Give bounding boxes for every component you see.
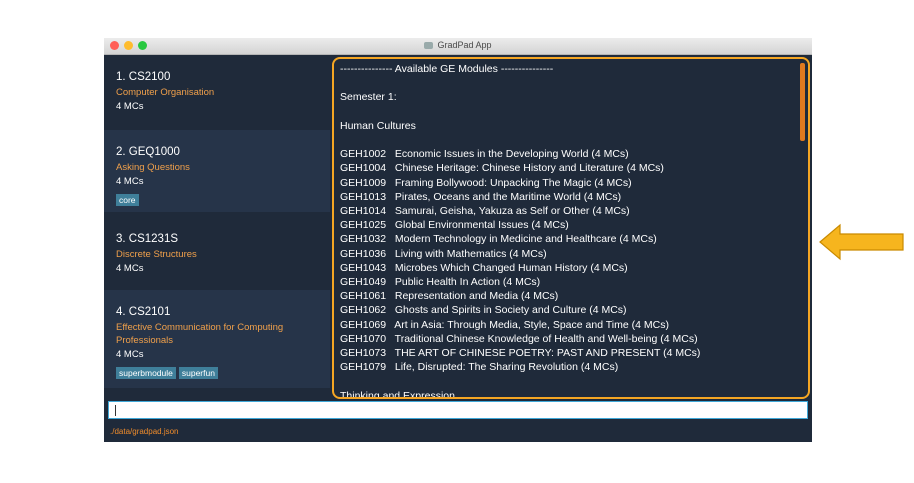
app-window: GradPad App 1. CS2100 Computer Organisat… [104,38,812,442]
result-line: Thinking and Expression [340,389,455,399]
module-credits: 4 MCs [116,101,144,112]
result-line [340,374,794,388]
result-line: GEH1032 Modern Technology in Medicine an… [340,233,657,246]
result-text: --------------- Available GE Modules ---… [340,62,794,399]
module-code: 3. CS1231S [116,233,179,245]
result-scrollbar[interactable] [800,63,805,141]
window-title-text: GradPad App [437,40,492,50]
module-list[interactable]: 1. CS2100 Computer Organisation 4 MCs 2.… [104,55,330,399]
result-line: GEH1025 Global Environmental Issues (4 M… [340,219,569,232]
text-caret [115,405,116,416]
module-card[interactable]: 3. CS1231S Discrete Structures 4 MCs [104,213,330,289]
module-code: 2. GEQ1000 [116,146,180,158]
module-card[interactable]: 2. GEQ1000 Asking Questions 4 MCs core [104,130,330,212]
module-name: Asking Questions [116,162,190,173]
module-code: 1. CS2100 [116,71,171,83]
result-line: GEH1002 Economic Issues in the Developin… [340,148,629,161]
result-line: GEH1036 Living with Mathematics (4 MCs) [340,247,547,260]
title-bar: GradPad App [104,38,812,55]
result-line: Semester 1: [340,91,397,104]
module-tag: superfun [178,367,218,379]
result-line [340,76,794,90]
result-line [340,105,794,119]
module-credits: 4 MCs [116,263,144,274]
result-line: GEH1009 Framing Bollywood: Unpacking The… [340,176,632,189]
module-credits: 4 MCs [116,349,144,360]
result-line: Human Cultures [340,119,416,132]
result-line: GEH1004 Chinese Heritage: Chinese Histor… [340,162,664,175]
result-line: GEH1079 Life, Disrupted: The Sharing Rev… [340,361,619,374]
result-line: GEH1043 Microbes Which Changed Human His… [340,261,628,274]
module-name: Computer Organisation [116,87,215,98]
command-input[interactable] [108,401,808,419]
left-arrow-icon [819,223,904,261]
status-bar-path: ./data/gradpad.json [110,427,179,436]
module-code: 4. CS2101 [116,306,171,318]
result-line: --------------- Available GE Modules ---… [340,63,554,75]
result-line [340,133,794,147]
result-line: GEH1062 Ghosts and Spirits in Society an… [340,304,627,317]
result-line: GEH1073 THE ART OF CHINESE POETRY: PAST … [340,347,701,360]
result-line: GEH1014 Samurai, Geisha, Yakuza as Self … [340,205,630,218]
result-line: GEH1061 Representation and Media (4 MCs) [340,290,559,303]
module-tag: core [116,194,139,206]
module-credits: 4 MCs [116,176,144,187]
module-name: Effective Communication for Computing Pr… [116,322,284,346]
result-display[interactable]: --------------- Available GE Modules ---… [332,57,810,399]
app-icon [424,42,434,49]
result-line: GEH1049 Public Health In Action (4 MCs) [340,276,541,289]
module-card[interactable]: 1. CS2100 Computer Organisation 4 MCs [104,55,330,129]
module-name: Discrete Structures [116,249,197,260]
result-line: GEH1013 Pirates, Oceans and the Maritime… [340,190,622,203]
result-line: GEH1070 Traditional Chinese Knowledge of… [340,332,698,345]
window-title: GradPad App [104,40,812,50]
module-tag: superbmodule [116,367,176,379]
module-card[interactable]: 4. CS2101 Effective Communication for Co… [104,290,330,388]
result-line: GEH1069 Art in Asia: Through Media, Styl… [340,318,669,331]
